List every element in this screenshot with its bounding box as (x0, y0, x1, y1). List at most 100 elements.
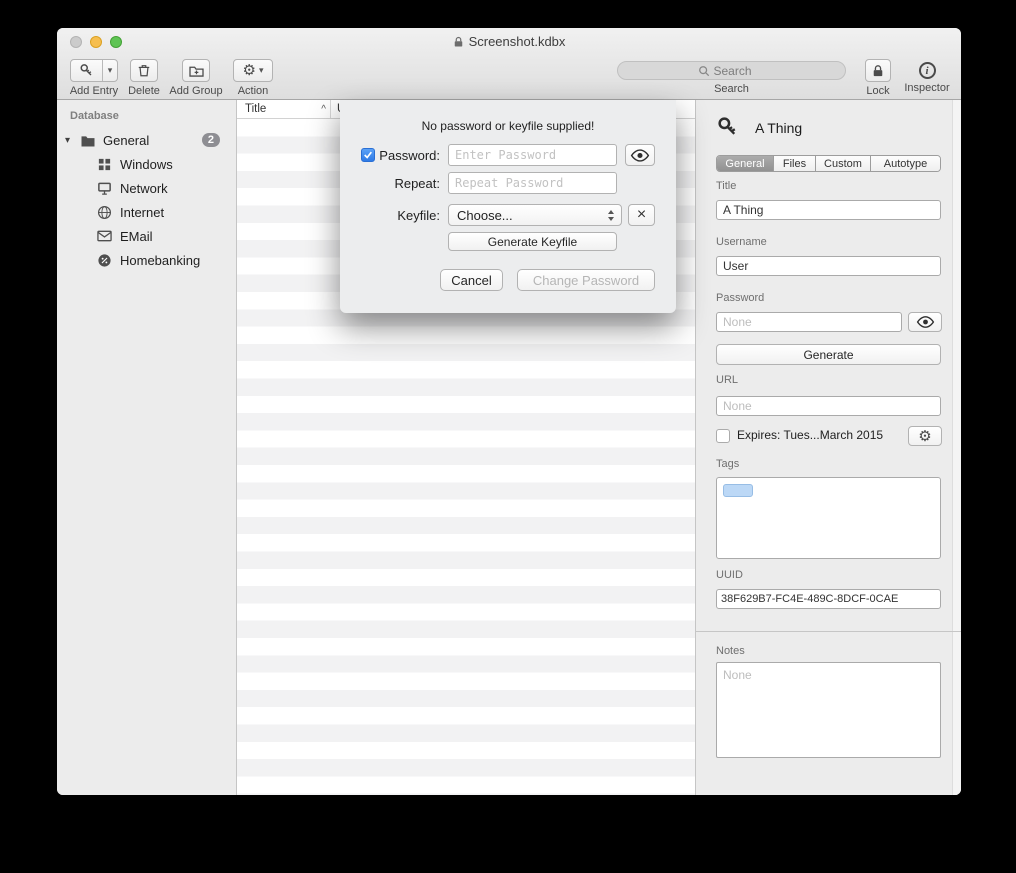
gear-icon: ⚙ (918, 429, 931, 444)
sidebar-item-label: EMail (120, 229, 153, 244)
close-icon: × (637, 207, 646, 223)
delete-button[interactable] (130, 59, 158, 82)
notes-input[interactable] (716, 662, 941, 758)
lock-button[interactable] (865, 59, 891, 82)
sidebar-item-homebanking[interactable]: Homebanking (57, 248, 236, 272)
expires-checkbox[interactable] (716, 429, 730, 443)
add-group-button[interactable] (182, 59, 210, 82)
folder-icon (80, 134, 96, 147)
tags-box[interactable] (716, 477, 941, 559)
tab-autotype[interactable]: Autotype (871, 156, 940, 171)
sidebar-item-label: Internet (120, 205, 164, 220)
action-button[interactable]: ⚙ ▾ (233, 59, 273, 82)
column-title[interactable]: Title ^ (237, 100, 330, 118)
uuid-input[interactable] (716, 589, 941, 609)
sidebar-item-email[interactable]: EMail (57, 224, 236, 248)
sort-asc-icon: ^ (321, 104, 326, 115)
window-chrome: Screenshot.kdbx ▾ (57, 28, 961, 100)
generate-keyfile-button[interactable]: Generate Keyfile (448, 232, 617, 251)
action-item: ⚙ ▾ Action (230, 55, 276, 97)
email-icon (97, 230, 112, 242)
key-icon (71, 60, 102, 81)
title-input[interactable] (716, 200, 941, 220)
expires-settings-button[interactable]: ⚙ (908, 426, 942, 446)
password-label: Password (716, 292, 764, 304)
add-entry-label: Add Entry (70, 85, 118, 97)
entry-key-icon (716, 116, 739, 139)
entry-header: A Thing (716, 116, 802, 139)
search-label: Search (714, 83, 749, 95)
add-entry-item: ▾ Add Entry (65, 55, 123, 97)
password-checkbox[interactable] (361, 148, 375, 162)
sidebar-header: Database (70, 110, 236, 122)
delete-label: Delete (128, 85, 160, 97)
reveal-password-button[interactable] (908, 312, 942, 332)
app-window: Screenshot.kdbx ▾ (57, 28, 961, 795)
chevron-down-icon: ▾ (259, 66, 264, 75)
info-icon[interactable]: i (919, 62, 936, 79)
section-divider (696, 631, 961, 632)
clear-keyfile-button[interactable]: × (628, 204, 655, 226)
password-input[interactable] (448, 144, 617, 166)
sidebar-item-label: Network (120, 181, 168, 196)
action-label: Action (238, 85, 269, 97)
stepper-icon (607, 209, 615, 222)
reveal-password-button[interactable] (625, 144, 655, 166)
generate-button[interactable]: Generate (716, 344, 941, 365)
lock-icon (872, 64, 884, 78)
add-entry-button[interactable]: ▾ (70, 59, 118, 82)
group-badge: 2 (202, 133, 220, 147)
username-label: Username (716, 236, 767, 248)
disclosure-open-icon[interactable]: ▾ (65, 135, 79, 146)
tag-chip[interactable] (723, 484, 753, 497)
search-icon (698, 65, 710, 77)
document-lock-icon (453, 36, 464, 48)
repeat-label: Repeat: (360, 176, 440, 191)
sidebar-item-windows[interactable]: Windows (57, 152, 236, 176)
add-group-item: Add Group (165, 55, 227, 97)
notes-label: Notes (716, 645, 745, 657)
window-title-bar: Screenshot.kdbx (57, 28, 961, 55)
gear-icon: ⚙ (243, 63, 256, 78)
tab-custom[interactable]: Custom (816, 156, 871, 171)
keyfile-dropdown[interactable]: Choose... (448, 204, 622, 226)
repeat-input[interactable] (448, 172, 617, 194)
chevron-down-icon: ▾ (108, 66, 113, 75)
password-input[interactable] (716, 312, 902, 332)
url-input[interactable] (716, 396, 941, 416)
tab-files[interactable]: Files (774, 156, 816, 171)
search-item: Search (617, 55, 846, 95)
search-field[interactable] (617, 61, 846, 80)
change-password-button[interactable]: Change Password (517, 269, 655, 291)
sidebar-item-network[interactable]: Network (57, 176, 236, 200)
expires-label: Expires: Tues...March 2015 (737, 428, 883, 442)
sidebar: Database ▾ General 2 Windows (57, 100, 237, 795)
window-title: Screenshot.kdbx (469, 34, 566, 49)
dialog-message: No password or keyfile supplied! (340, 119, 676, 133)
keyfile-label: Keyfile: (360, 208, 440, 223)
inspector-scrollbar[interactable] (952, 100, 961, 795)
inspector-label: Inspector (904, 82, 949, 94)
search-input[interactable] (714, 64, 766, 78)
add-group-label: Add Group (169, 85, 222, 97)
tab-general[interactable]: General (717, 156, 774, 171)
toolbar: ▾ Add Entry Delete (57, 55, 961, 100)
entry-title: A Thing (755, 120, 802, 136)
password-label: Password: (376, 148, 440, 163)
trash-icon (137, 63, 151, 78)
uuid-label: UUID (716, 569, 743, 581)
sidebar-group-general[interactable]: ▾ General 2 (57, 128, 236, 152)
cancel-button[interactable]: Cancel (440, 269, 503, 291)
globe-icon (97, 205, 112, 220)
network-icon (97, 181, 112, 196)
lock-item: Lock (860, 55, 896, 97)
eye-icon (916, 316, 935, 328)
sidebar-item-label: Windows (120, 157, 173, 172)
username-input[interactable] (716, 256, 941, 276)
sidebar-item-internet[interactable]: Internet (57, 200, 236, 224)
add-entry-dropdown[interactable]: ▾ (102, 60, 117, 81)
url-label: URL (716, 374, 738, 386)
inspector-tabs: General Files Custom Autotype (716, 155, 941, 172)
inspector-panel: A Thing General Files Custom Autotype Ti… (695, 100, 961, 795)
sidebar-item-label: Homebanking (120, 253, 200, 268)
